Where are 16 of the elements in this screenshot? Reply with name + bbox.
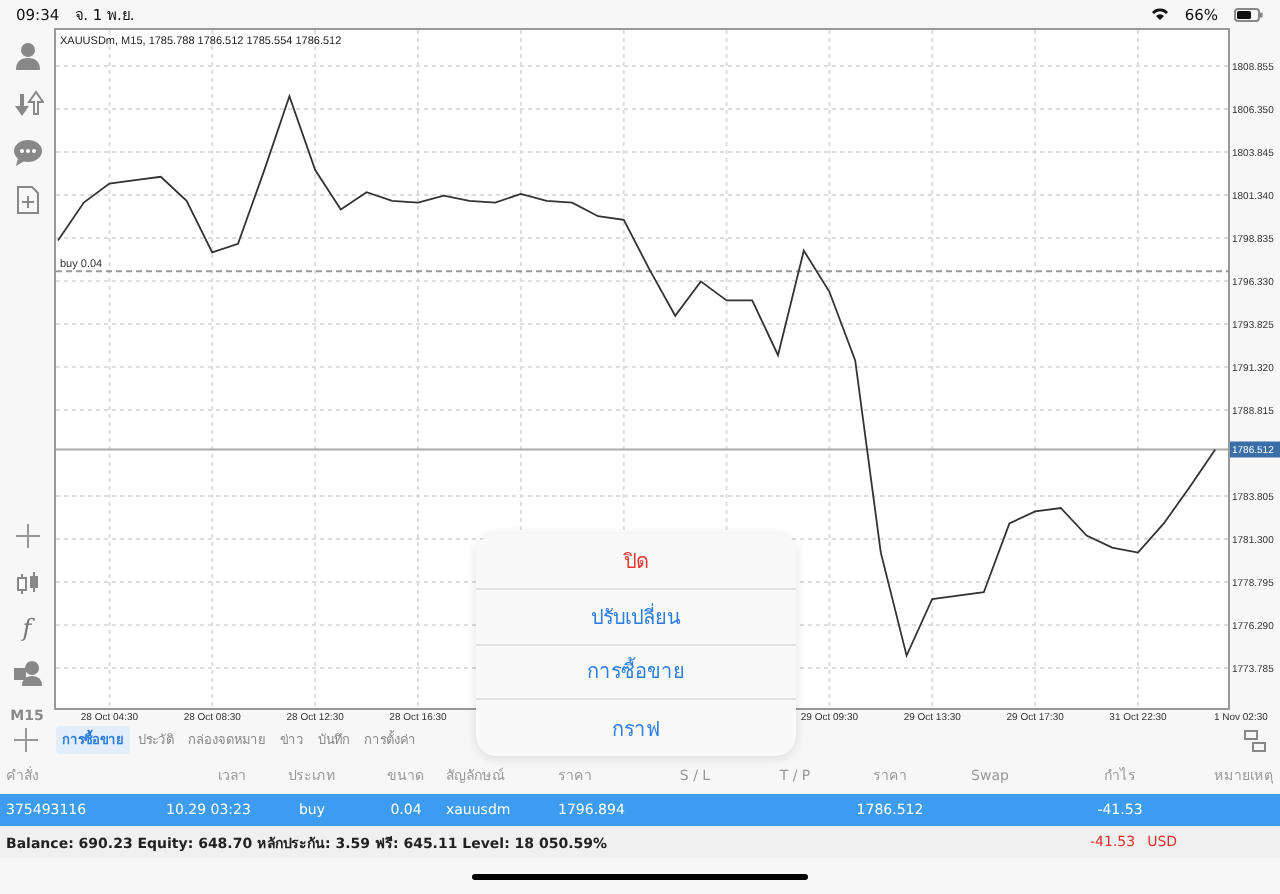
menu-item[interactable]: กราฟ: [476, 700, 796, 756]
new-document-icon[interactable]: [11, 184, 43, 216]
add-icon[interactable]: [14, 728, 38, 752]
arrows-icon[interactable]: [11, 88, 43, 120]
split-view-icon[interactable]: [1244, 729, 1266, 751]
crosshair-icon[interactable]: [11, 520, 43, 552]
chat-icon[interactable]: [11, 136, 43, 168]
menu-item[interactable]: ปิด: [476, 534, 796, 590]
objects-icon[interactable]: [11, 656, 43, 688]
battery-icon: [1234, 7, 1264, 21]
wifi-icon: [1152, 8, 1169, 20]
account-icon[interactable]: [11, 40, 43, 72]
indicators-button[interactable]: f: [22, 614, 32, 642]
candlestick-icon[interactable]: [11, 568, 43, 600]
menu-item[interactable]: ปรับเปลี่ยน: [476, 589, 796, 645]
menu-item[interactable]: การซื้อขาย: [476, 645, 796, 701]
